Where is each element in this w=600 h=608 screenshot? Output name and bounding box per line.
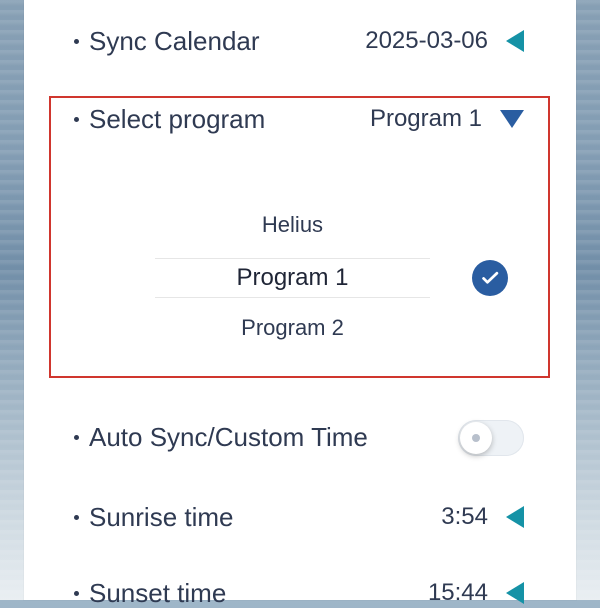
- row-select-program[interactable]: Select program Program 1: [74, 106, 524, 132]
- row-label-wrap: Sync Calendar: [74, 28, 260, 54]
- bullet: [74, 435, 79, 440]
- row-sunset-time[interactable]: Sunset time 15:44: [74, 580, 524, 606]
- auto-sync-label: Auto Sync/Custom Time: [89, 422, 368, 452]
- triangle-left-icon[interactable]: [506, 506, 524, 528]
- sync-calendar-value: 2025-03-06: [365, 27, 488, 54]
- program-option-selected[interactable]: Program 1: [155, 258, 430, 298]
- row-auto-sync-custom-time[interactable]: Auto Sync/Custom Time: [74, 424, 394, 450]
- bullet: [74, 591, 79, 596]
- triangle-left-icon[interactable]: [506, 30, 524, 52]
- sunset-value: 15:44: [427, 579, 488, 606]
- bullet: [74, 39, 79, 44]
- bullet: [74, 117, 79, 122]
- toggle-dot: [472, 434, 480, 442]
- check-circle-icon: [472, 260, 508, 296]
- program-option-helius[interactable]: Helius: [155, 214, 430, 237]
- row-label-wrap: Sunrise time: [74, 504, 234, 530]
- program-option-label: Program 2: [241, 315, 344, 340]
- triangle-left-icon[interactable]: [506, 582, 524, 604]
- triangle-down-icon[interactable]: [500, 110, 524, 128]
- select-program-value-wrap[interactable]: Program 1: [370, 107, 524, 131]
- sync-calendar-label: Sync Calendar: [89, 26, 260, 56]
- select-program-value: Program 1: [369, 105, 482, 132]
- row-sunrise-time[interactable]: Sunrise time 3:54: [74, 504, 524, 530]
- bullet: [74, 515, 79, 520]
- sunset-value-wrap[interactable]: 15:44: [428, 581, 524, 605]
- program-option-label: Helius: [261, 212, 324, 237]
- auto-sync-toggle[interactable]: [458, 420, 524, 456]
- program-option-label: Program 1: [236, 264, 349, 291]
- sunrise-value: 3:54: [441, 503, 488, 530]
- row-sync-calendar[interactable]: Sync Calendar 2025-03-06: [74, 28, 524, 54]
- toggle-knob[interactable]: [460, 422, 492, 454]
- sunrise-label: Sunrise time: [89, 502, 234, 532]
- select-program-label: Select program: [89, 104, 266, 134]
- row-label-wrap: Sunset time: [74, 580, 226, 606]
- row-label-wrap: Auto Sync/Custom Time: [74, 424, 368, 450]
- sync-calendar-value-wrap[interactable]: 2025-03-06: [365, 29, 524, 53]
- program-option-program-2[interactable]: Program 2: [155, 317, 430, 340]
- sunset-label: Sunset time: [89, 578, 227, 608]
- sunrise-value-wrap[interactable]: 3:54: [441, 505, 524, 529]
- row-label-wrap: Select program: [74, 106, 265, 132]
